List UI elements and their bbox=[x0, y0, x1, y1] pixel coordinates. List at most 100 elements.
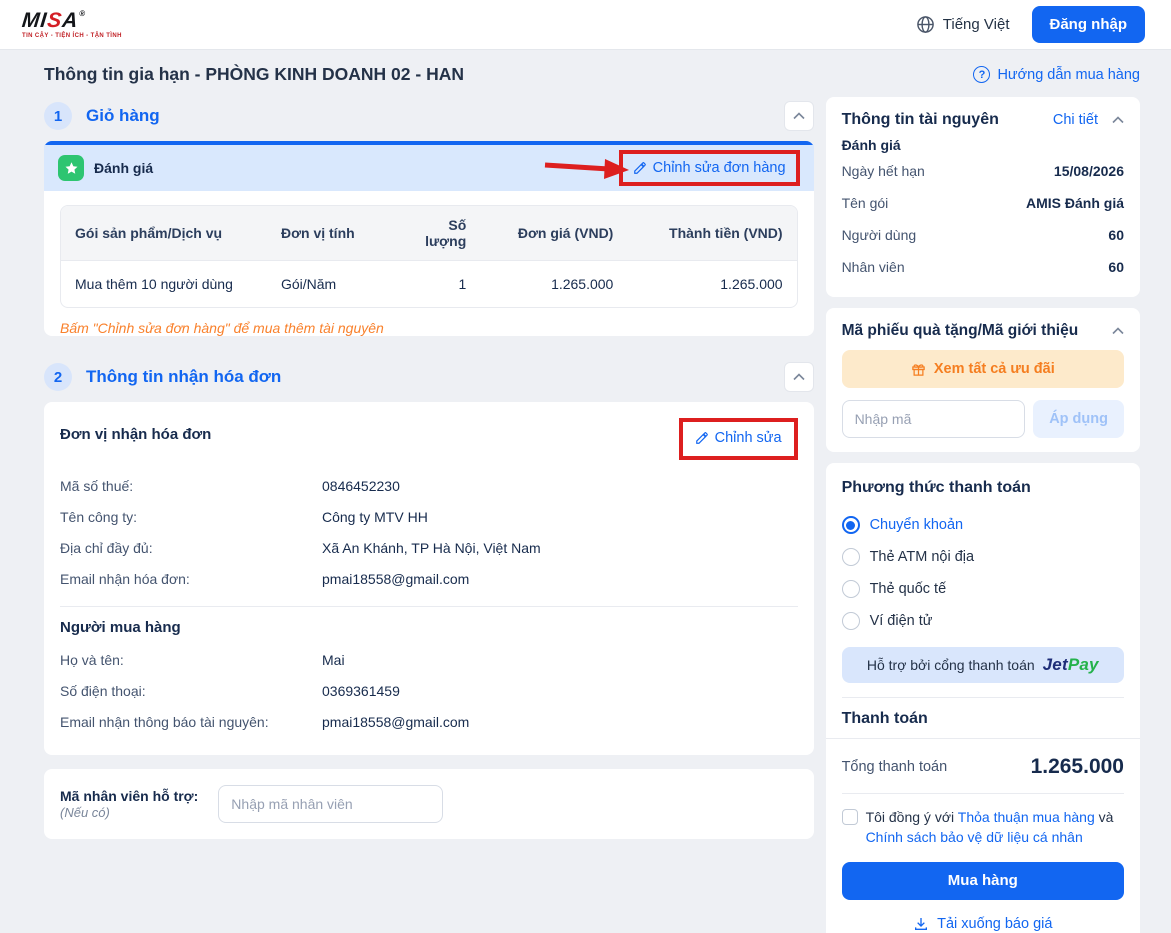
misa-logo-word: MISA® bbox=[21, 10, 123, 31]
invoice-card: Đơn vị nhận hóa đơn Chỉnh sửa Mã số thuế… bbox=[44, 402, 814, 755]
support-code-label: Mã nhân viên hỗ trợ: bbox=[60, 788, 198, 804]
buyer-heading: Người mua hàng bbox=[60, 619, 798, 636]
annotation-box-edit: Chỉnh sửa bbox=[679, 418, 798, 460]
col-amount: Thành tiền (VND) bbox=[627, 206, 796, 261]
buy-button[interactable]: Mua hàng bbox=[842, 862, 1124, 900]
field-tax-code: Mã số thuế: 0846452230 bbox=[60, 470, 798, 501]
total-value: 1.265.000 bbox=[1031, 755, 1124, 779]
radio-icon bbox=[842, 612, 860, 630]
pencil-icon bbox=[695, 431, 709, 445]
resource-row-package: Tên gói AMIS Đánh giá bbox=[842, 187, 1124, 219]
cell-unit: Gói/Năm bbox=[267, 261, 392, 307]
login-button[interactable]: Đăng nhập bbox=[1032, 6, 1146, 43]
checkout-page: MISA® TIN CẬY - TIỆN ÍCH - TẬN TÌNH Tiến… bbox=[0, 0, 1171, 933]
resources-title: Thông tin tài nguyên bbox=[842, 111, 1053, 129]
resource-row-expiry: Ngày hết hạn 15/08/2026 bbox=[842, 155, 1124, 187]
cart-collapse-button[interactable] bbox=[784, 101, 814, 131]
support-code-input[interactable] bbox=[218, 785, 443, 823]
voucher-card: Mã phiếu quà tặng/Mã giới thiệu Xem tất … bbox=[826, 308, 1140, 452]
invoice-section-title: Thông tin nhận hóa đơn bbox=[86, 367, 770, 387]
gateway-note: Hỗ trợ bởi cổng thanh toán bbox=[867, 657, 1035, 673]
top-bar: MISA® TIN CẬY - TIỆN ÍCH - TẬN TÌNH Tiến… bbox=[0, 0, 1171, 50]
cell-amount: 1.265.000 bbox=[627, 261, 796, 307]
invoice-unit-heading: Đơn vị nhận hóa đơn bbox=[60, 418, 211, 443]
page-title: Thông tin gia hạn - PHÒNG KINH DOANH 02 … bbox=[44, 64, 464, 85]
jetpay-logo: JetPay bbox=[1043, 655, 1099, 675]
field-notify-email: Email nhận thông báo tài nguyên: pmai185… bbox=[60, 706, 798, 737]
star-icon bbox=[58, 155, 84, 181]
annotation-box-edit-order: Chỉnh sửa đơn hàng bbox=[619, 150, 800, 186]
purchase-guide-link[interactable]: ? Hướng dẫn mua hàng bbox=[973, 66, 1140, 83]
chevron-up-icon bbox=[793, 373, 805, 381]
payment-method-international-card[interactable]: Thẻ quốc tế bbox=[842, 573, 1124, 605]
gift-icon bbox=[911, 362, 926, 377]
resources-card: Thông tin tài nguyên Chi tiết Đánh giá N… bbox=[826, 97, 1140, 297]
cart-card: Đánh giá Chỉnh sửa đơn hàng bbox=[44, 141, 814, 336]
chevron-up-icon[interactable] bbox=[1112, 327, 1124, 335]
edit-invoice-label: Chỉnh sửa bbox=[715, 430, 782, 446]
total-row: Tổng thanh toán 1.265.000 bbox=[842, 739, 1124, 794]
edit-invoice-link[interactable]: Chỉnh sửa bbox=[695, 430, 782, 446]
field-company-name: Tên công ty: Công ty MTV HH bbox=[60, 501, 798, 532]
cart-note: Bấm "Chỉnh sửa đơn hàng" để mua thêm tài… bbox=[60, 320, 798, 336]
cart-table: Gói sản phẩm/Dịch vụ Đơn vị tính Số lượn… bbox=[60, 205, 798, 308]
cart-product-name: Đánh giá bbox=[94, 160, 153, 176]
radio-icon bbox=[842, 548, 860, 566]
apply-voucher-button[interactable]: Áp dụng bbox=[1033, 400, 1124, 438]
cart-table-header-row: Gói sản phẩm/Dịch vụ Đơn vị tính Số lượn… bbox=[61, 206, 797, 261]
download-quote-link[interactable]: Tải xuống báo giá bbox=[842, 900, 1124, 933]
question-circle-icon: ? bbox=[973, 66, 990, 83]
agree-text: Tôi đồng ý với Thỏa thuận mua hàng và Ch… bbox=[866, 807, 1124, 848]
edit-order-link[interactable]: Chỉnh sửa đơn hàng bbox=[633, 160, 786, 176]
resource-row-employees: Nhân viên 60 bbox=[842, 251, 1124, 283]
view-all-offers-label: Xem tất cả ưu đãi bbox=[934, 361, 1055, 377]
voucher-title: Mã phiếu quà tặng/Mã giới thiệu bbox=[842, 322, 1112, 340]
privacy-policy-link[interactable]: Chính sách bảo vệ dữ liệu cá nhân bbox=[866, 829, 1083, 845]
view-all-offers-button[interactable]: Xem tất cả ưu đãi bbox=[842, 350, 1124, 388]
payment-method-ewallet[interactable]: Ví điện tử bbox=[842, 605, 1124, 637]
support-code-card: Mã nhân viên hỗ trợ: (Nếu có) bbox=[44, 769, 814, 839]
agreement-row: Tôi đồng ý với Thỏa thuận mua hàng và Ch… bbox=[842, 794, 1124, 860]
col-quantity: Số lượng bbox=[392, 206, 480, 261]
col-product: Gói sản phẩm/Dịch vụ bbox=[61, 206, 267, 261]
cart-section-header: 1 Giỏ hàng bbox=[44, 101, 814, 131]
resources-product: Đánh giá bbox=[842, 137, 1124, 153]
language-selector[interactable]: Tiếng Việt bbox=[916, 15, 1010, 34]
payment-method-atm-card[interactable]: Thẻ ATM nội địa bbox=[842, 541, 1124, 573]
agree-checkbox[interactable] bbox=[842, 809, 858, 825]
misa-logo[interactable]: MISA® TIN CẬY - TIỆN ÍCH - TẬN TÌNH bbox=[22, 10, 122, 39]
cell-product: Mua thêm 10 người dùng bbox=[61, 261, 267, 307]
field-invoice-email: Email nhận hóa đơn: pmai18558@gmail.com bbox=[60, 563, 798, 594]
invoice-section-header: 2 Thông tin nhận hóa đơn bbox=[44, 362, 814, 392]
payment-methods-title: Phương thức thanh toán bbox=[842, 479, 1124, 497]
cart-section-title: Giỏ hàng bbox=[86, 106, 770, 126]
chevron-up-icon[interactable] bbox=[1112, 116, 1124, 124]
gateway-banner: Hỗ trợ bởi cổng thanh toán JetPay bbox=[842, 647, 1124, 683]
cell-unit-price: 1.265.000 bbox=[480, 261, 627, 307]
step-1-badge: 1 bbox=[44, 102, 72, 130]
field-address: Địa chỉ đầy đủ: Xã An Khánh, TP Hà Nội, … bbox=[60, 532, 798, 563]
globe-icon bbox=[916, 15, 935, 34]
col-unit: Đơn vị tính bbox=[267, 206, 392, 261]
field-phone: Số điện thoại: 0369361459 bbox=[60, 675, 798, 706]
chevron-up-icon bbox=[793, 112, 805, 120]
pencil-icon bbox=[633, 161, 647, 175]
cart-product-row: Đánh giá Chỉnh sửa đơn hàng bbox=[44, 145, 814, 191]
voucher-code-input[interactable] bbox=[842, 400, 1026, 438]
radio-icon bbox=[842, 580, 860, 598]
invoice-collapse-button[interactable] bbox=[784, 362, 814, 392]
language-label: Tiếng Việt bbox=[943, 16, 1010, 33]
resources-detail-link[interactable]: Chi tiết bbox=[1053, 112, 1098, 128]
edit-order-label: Chỉnh sửa đơn hàng bbox=[653, 160, 786, 176]
total-label: Tổng thanh toán bbox=[842, 759, 948, 775]
col-unit-price: Đơn giá (VND) bbox=[480, 206, 627, 261]
payment-method-bank-transfer[interactable]: Chuyển khoản bbox=[842, 509, 1124, 541]
misa-logo-tagline: TIN CẬY - TIỆN ÍCH - TẬN TÌNH bbox=[22, 33, 122, 39]
annotation-arrow bbox=[543, 155, 631, 181]
field-fullname: Họ và tên: Mai bbox=[60, 644, 798, 675]
resource-row-users: Người dùng 60 bbox=[842, 219, 1124, 251]
support-code-sublabel: (Nếu có) bbox=[60, 805, 110, 820]
radio-selected-icon bbox=[842, 516, 860, 534]
payment-card: Phương thức thanh toán Chuyển khoản Thẻ … bbox=[826, 463, 1140, 933]
purchase-agreement-link[interactable]: Thỏa thuận mua hàng bbox=[958, 809, 1095, 825]
